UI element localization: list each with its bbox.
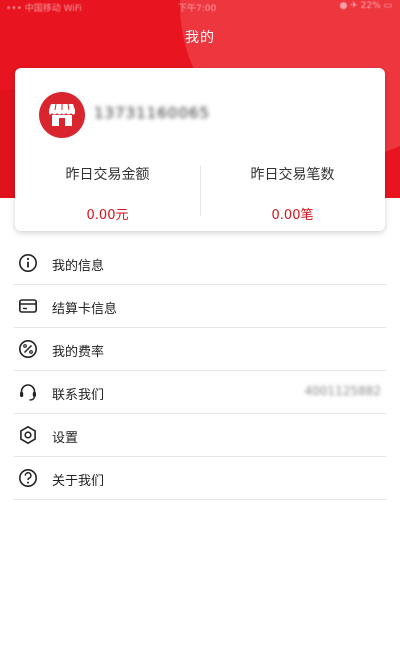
amount-value: 0.00元 xyxy=(86,208,129,223)
yesterday-count: 昨日交易笔数 0.00笔 xyxy=(200,164,385,223)
menu-item-label: 我的信息 xyxy=(52,259,105,274)
menu-item-my-rate[interactable]: 我的费率 xyxy=(14,328,386,371)
menu-item-settlement-card[interactable]: 结算卡信息 xyxy=(14,285,386,328)
percent-icon xyxy=(19,340,37,358)
headset-icon xyxy=(20,384,36,401)
count-label: 昨日交易笔数 xyxy=(250,167,335,183)
settings-icon xyxy=(20,425,36,445)
menu-item-settings[interactable]: 设置 xyxy=(14,414,386,457)
menu-item-label: 联系我们 xyxy=(52,388,105,403)
menu-item-contact-us[interactable]: 联系我们 4001125882 xyxy=(14,371,386,414)
status-time: 下午7:00 xyxy=(178,4,217,14)
menu-item-label: 结算卡信息 xyxy=(52,302,118,317)
menu-item-label: 设置 xyxy=(52,431,79,446)
carrier-signal: ••• 中国移动 WiFi xyxy=(6,4,82,14)
battery-status: ● ✈ 22% ▭ xyxy=(339,1,392,11)
page-title: 我的 xyxy=(185,30,215,46)
info-icon xyxy=(19,254,37,272)
status-bar: ••• 中国移动 WiFi 下午7:00 ● ✈ 22% ▭ xyxy=(0,0,400,14)
count-value: 0.00笔 xyxy=(271,208,314,223)
help-icon xyxy=(19,469,37,487)
menu-item-about-us[interactable]: 关于我们 xyxy=(14,457,386,500)
account-card: 13731160065 昨日交易金额 0.00元 昨日交易笔数 0.00笔 xyxy=(15,68,385,231)
yesterday-amount: 昨日交易金额 0.00元 xyxy=(15,164,200,223)
menu-list: 我的信息 结算卡信息 我的费率 联系我们 4001125882 设置 关于我们 xyxy=(14,242,386,500)
account-phone: 13731160065 xyxy=(94,104,210,122)
avatar[interactable] xyxy=(39,92,85,138)
amount-label: 昨日交易金额 xyxy=(65,167,150,183)
menu-item-label: 我的费率 xyxy=(52,345,105,360)
menu-item-my-info[interactable]: 我的信息 xyxy=(14,242,386,285)
menu-item-label: 关于我们 xyxy=(52,474,105,489)
shop-icon xyxy=(49,103,75,126)
contact-phone[interactable]: 4001125882 xyxy=(305,384,381,398)
card-icon xyxy=(18,299,37,313)
